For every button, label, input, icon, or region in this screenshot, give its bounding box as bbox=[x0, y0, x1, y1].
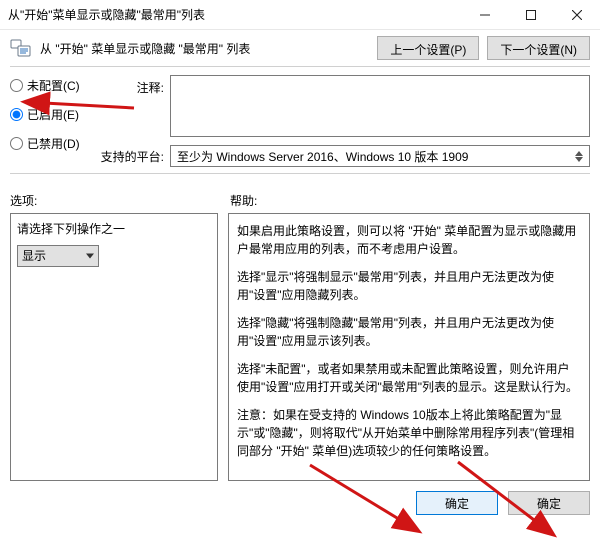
disabled-label[interactable]: 已禁用(D) bbox=[27, 135, 80, 152]
option-select[interactable]: 显示隐藏 bbox=[17, 245, 99, 267]
chevron-up-icon bbox=[575, 151, 583, 156]
cancel-button[interactable]: 确定 bbox=[508, 491, 590, 515]
prev-setting-button[interactable]: 上一个设置(P) bbox=[377, 36, 479, 60]
window-controls bbox=[462, 0, 600, 29]
close-button[interactable] bbox=[554, 0, 600, 29]
window-titlebar: 从"开始"菜单显示或隐藏"最常用"列表 bbox=[0, 0, 600, 30]
chevron-down-icon bbox=[575, 157, 583, 162]
option-select-wrap: 显示隐藏 bbox=[17, 245, 99, 267]
help-paragraph: 选择"隐藏"将强制隐藏"最常用"列表，并且用户无法更改为使用"设置"应用显示该列… bbox=[237, 314, 581, 350]
maximize-icon bbox=[526, 10, 536, 20]
help-paragraph: 如果启用此策略设置，则可以将 "开始" 菜单配置为显示或隐藏用户最常用应用的列表… bbox=[237, 222, 581, 258]
options-heading: 选项: bbox=[10, 192, 230, 209]
maximize-button[interactable] bbox=[508, 0, 554, 29]
state-radio-group: 未配置(C) 已启用(E) 已禁用(D) bbox=[10, 75, 90, 167]
platform-value: 至少为 Windows Server 2016、Windows 10 版本 19… bbox=[177, 148, 468, 165]
minimize-icon bbox=[480, 10, 490, 20]
not-configured-label[interactable]: 未配置(C) bbox=[27, 77, 80, 94]
help-paragraph: 注意：如果在受支持的 Windows 10版本上将此策略配置为"显示"或"隐藏"… bbox=[237, 406, 581, 460]
disabled-radio[interactable] bbox=[10, 137, 23, 150]
help-heading: 帮助: bbox=[230, 192, 590, 209]
not-configured-radio[interactable] bbox=[10, 79, 23, 92]
help-paragraph: 选择"显示"将强制显示"最常用"列表，并且用户无法更改为使用"设置"应用隐藏列表… bbox=[237, 268, 581, 304]
divider bbox=[10, 66, 590, 67]
close-icon bbox=[572, 10, 582, 20]
header-row: 从 "开始" 菜单显示或隐藏 "最常用" 列表 上一个设置(P) 下一个设置(N… bbox=[0, 30, 600, 64]
ok-button[interactable]: 确定 bbox=[416, 491, 498, 515]
enabled-label[interactable]: 已启用(E) bbox=[27, 106, 79, 123]
right-column: 注释: 支持的平台: 至少为 Windows Server 2016、Windo… bbox=[100, 75, 590, 167]
upper-panel: 未配置(C) 已启用(E) 已禁用(D) 注释: 支持的平台: 至少为 Wind… bbox=[0, 69, 600, 171]
policy-icon bbox=[10, 37, 32, 59]
options-panel: 请选择下列操作之一 显示隐藏 bbox=[10, 213, 218, 481]
lower-panel: 请选择下列操作之一 显示隐藏 如果启用此策略设置，则可以将 "开始" 菜单配置为… bbox=[0, 213, 600, 481]
help-panel: 如果启用此策略设置，则可以将 "开始" 菜单配置为显示或隐藏用户最常用应用的列表… bbox=[228, 213, 590, 481]
platform-box: 至少为 Windows Server 2016、Windows 10 版本 19… bbox=[170, 145, 590, 167]
next-setting-button[interactable]: 下一个设置(N) bbox=[487, 36, 590, 60]
panel-labels-row: 选项: 帮助: bbox=[0, 176, 600, 213]
help-paragraph: 选择"未配置"，或者如果禁用或未配置此策略设置，则允许用户使用"设置"应用打开或… bbox=[237, 360, 581, 396]
platform-label: 支持的平台: bbox=[100, 148, 164, 165]
divider bbox=[10, 173, 590, 174]
nav-buttons: 上一个设置(P) 下一个设置(N) bbox=[377, 36, 590, 60]
comment-label: 注释: bbox=[100, 75, 164, 96]
comment-textarea[interactable] bbox=[170, 75, 590, 137]
minimize-button[interactable] bbox=[462, 0, 508, 29]
footer: 确定 确定 bbox=[0, 481, 600, 515]
option-prompt: 请选择下列操作之一 bbox=[17, 220, 211, 237]
platform-spinner[interactable] bbox=[575, 151, 583, 162]
enabled-radio[interactable] bbox=[10, 108, 23, 121]
window-title: 从"开始"菜单显示或隐藏"最常用"列表 bbox=[8, 6, 462, 23]
policy-title: 从 "开始" 菜单显示或隐藏 "最常用" 列表 bbox=[40, 40, 369, 57]
